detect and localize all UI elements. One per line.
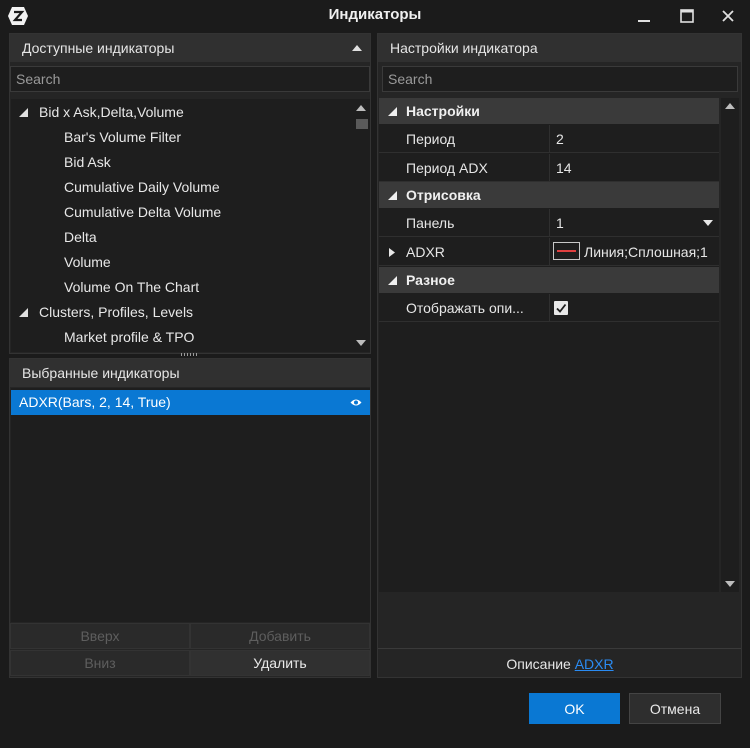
expanded-icon[interactable] (19, 108, 28, 117)
property-row: Период ADX 14 (379, 154, 719, 182)
description-bar: Описание ADXR (379, 650, 741, 678)
selected-indicators-title: Выбранные индикаторы (22, 365, 180, 381)
tree-item[interactable]: Bid Ask (64, 150, 111, 175)
tree-item[interactable]: Cumulative Daily Volume (64, 175, 220, 200)
eye-icon[interactable] (350, 398, 362, 407)
cancel-button[interactable]: Отмена (629, 693, 721, 724)
property-name: Период ADX (406, 160, 488, 176)
scroll-thumb[interactable] (356, 119, 368, 129)
category-label: Отрисовка (406, 187, 481, 203)
tree-item-label: Volume (64, 254, 111, 270)
property-grid: Настройки Период 2 Период ADX 14 Отрисов… (379, 98, 719, 592)
property-row: Панель 1 (379, 209, 719, 237)
show-description-cell (549, 294, 719, 322)
expanded-icon[interactable] (388, 191, 397, 200)
expand-right-icon[interactable] (389, 248, 395, 257)
chevron-down-icon[interactable] (703, 220, 713, 226)
available-indicators-tree: Bid x Ask,Delta,Volume Bar's Volume Filt… (11, 99, 370, 352)
selected-indicator-label: ADXR(Bars, 2, 14, True) (19, 394, 171, 410)
title-bar[interactable]: Индикаторы (0, 0, 750, 32)
selected-indicators-list: ADXR(Bars, 2, 14, True) (11, 388, 370, 622)
tree-group-label: Bid x Ask,Delta,Volume (39, 104, 184, 120)
collapse-up-icon[interactable] (352, 45, 362, 51)
description-divider (378, 648, 741, 649)
ok-button[interactable]: OK (529, 693, 620, 724)
property-grid-scrollbar[interactable] (721, 98, 739, 592)
expanded-icon[interactable] (388, 276, 397, 285)
move-down-button[interactable]: Вниз (10, 650, 190, 676)
panel-select-value: 1 (556, 215, 564, 231)
tree-item-label: Bid Ask (64, 154, 111, 170)
category-rendering[interactable]: Отрисовка (379, 182, 719, 208)
period-input[interactable]: 2 (549, 125, 719, 153)
line-style-value: Линия;Сплошная;1 (584, 244, 708, 260)
list-item[interactable]: ADXR(Bars, 2, 14, True) (11, 390, 370, 415)
period-adx-input[interactable]: 14 (549, 154, 719, 182)
property-row: ADXR Линия;Сплошная;1 (379, 238, 719, 266)
property-row: Период 2 (379, 125, 719, 153)
description-link[interactable]: ADXR (575, 656, 614, 672)
tree-item[interactable]: Delta (64, 225, 97, 250)
minimize-icon[interactable] (634, 6, 654, 26)
property-row: Отображать опи... (379, 294, 719, 322)
category-label: Разное (406, 272, 455, 288)
settings-search-input[interactable]: Search (382, 66, 738, 92)
selected-indicators-header: Выбранные индикаторы (10, 359, 370, 387)
line-style-editor[interactable]: Линия;Сплошная;1 (549, 238, 719, 266)
category-misc[interactable]: Разное (379, 267, 719, 293)
maximize-icon[interactable] (677, 6, 697, 26)
remove-button[interactable]: Удалить (190, 650, 370, 676)
close-icon[interactable] (718, 6, 738, 26)
category-label: Настройки (406, 103, 480, 119)
tree-group-label: Clusters, Profiles, Levels (39, 304, 194, 320)
tree-item-label: Cumulative Daily Volume (64, 179, 220, 195)
description-prefix: Описание (506, 656, 571, 672)
property-name: ADXR (406, 244, 445, 260)
scroll-up-icon[interactable] (354, 102, 368, 114)
property-name: Панель (406, 215, 455, 231)
tree-item-label: Delta (64, 229, 97, 245)
expanded-icon[interactable] (19, 308, 28, 317)
tree-item[interactable]: Cumulative Delta Volume (64, 200, 221, 225)
available-search-input[interactable]: Search (10, 66, 370, 92)
tree-item-label: Bar's Volume Filter (64, 129, 182, 145)
indicator-settings-header: Настройки индикатора (378, 34, 741, 62)
available-indicators-title: Доступные индикаторы (22, 40, 175, 56)
indicator-settings-title: Настройки индикатора (390, 40, 538, 56)
tree-group[interactable]: Clusters, Profiles, Levels (11, 300, 351, 325)
line-color-swatch[interactable] (553, 242, 580, 261)
tree-item[interactable]: Bar's Volume Filter (64, 125, 181, 150)
category-settings[interactable]: Настройки (379, 98, 719, 124)
tree-item-label: Market profile & TPO (64, 329, 195, 345)
panel-select[interactable]: 1 (549, 209, 719, 237)
tree-item-label: Cumulative Delta Volume (64, 204, 222, 220)
tree-item[interactable]: Volume On The Chart (64, 275, 199, 300)
expanded-icon[interactable] (388, 107, 397, 116)
scroll-down-icon[interactable] (354, 337, 368, 349)
tree-item[interactable]: Market profile & TPO (64, 325, 194, 350)
property-name: Период (406, 131, 456, 147)
add-button[interactable]: Добавить (190, 623, 370, 649)
property-name: Отображать опи... (406, 300, 524, 316)
move-up-button[interactable]: Вверх (10, 623, 190, 649)
available-indicators-header[interactable]: Доступные индикаторы (10, 34, 370, 62)
tree-item[interactable]: Volume (64, 250, 111, 275)
tree-item-label: Volume On The Chart (64, 279, 200, 295)
tree-group[interactable]: Bid x Ask,Delta,Volume (11, 100, 351, 125)
show-description-checkbox[interactable] (554, 301, 568, 315)
splitter-grip-icon[interactable] (181, 353, 199, 356)
scroll-up-icon[interactable] (723, 100, 737, 112)
tree-scrollbar[interactable] (354, 99, 370, 352)
scroll-down-icon[interactable] (723, 578, 737, 590)
